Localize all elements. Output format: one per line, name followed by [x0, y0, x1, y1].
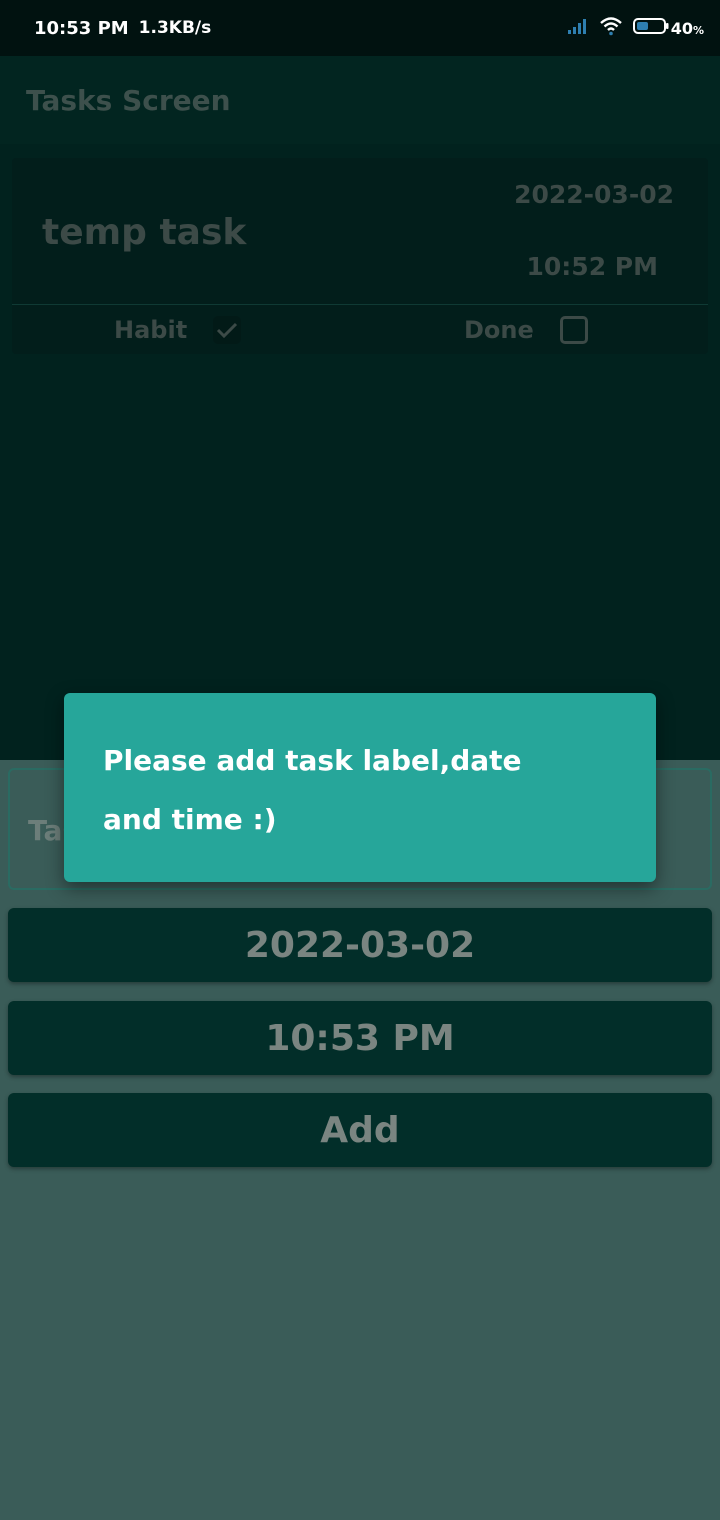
battery-percent: 40% — [671, 19, 704, 38]
status-bar: 10:53 PM 1.3KB/s 40% — [0, 0, 720, 56]
done-label: Done — [464, 316, 534, 344]
habit-option: Habit — [114, 316, 242, 344]
page-title: Tasks Screen — [26, 83, 231, 117]
wifi-icon — [599, 16, 623, 40]
status-right: 40% — [567, 16, 704, 40]
habit-checkbox[interactable] — [213, 316, 242, 344]
task-list-area: Tasks Screen temp task 2022-03-02 10:52 … — [0, 56, 720, 760]
network-speed: 1.3KB/s — [138, 18, 212, 38]
screen: 10:53 PM 1.3KB/s 40% Tasks Screen temp t… — [0, 0, 720, 1520]
divider — [12, 304, 708, 305]
done-option: Done — [464, 316, 588, 344]
task-card[interactable]: temp task 2022-03-02 10:52 PM Habit Done — [12, 158, 708, 354]
time-picker-button[interactable]: 10:53 PM — [8, 1001, 712, 1075]
check-icon — [217, 322, 238, 339]
battery-value: 40 — [670, 18, 693, 38]
app-bar: Tasks Screen — [0, 56, 720, 144]
battery-icon — [632, 17, 669, 39]
battery-unit: % — [692, 23, 704, 37]
toast-message: Please add task label,date and time :) — [64, 693, 656, 882]
task-time: 10:52 PM — [526, 252, 658, 281]
status-left: 10:53 PM 1.3KB/s — [34, 18, 211, 39]
status-time: 10:53 PM — [34, 17, 129, 39]
habit-label: Habit — [114, 316, 188, 344]
task-date: 2022-03-02 — [514, 180, 674, 209]
task-title: temp task — [42, 212, 247, 253]
toast-text: Please add task label,date and time :) — [103, 744, 522, 836]
battery-indicator: 40% — [632, 17, 704, 39]
signal-icon — [567, 17, 589, 39]
done-checkbox[interactable] — [559, 316, 588, 344]
add-button[interactable]: Add — [8, 1093, 712, 1167]
date-picker-button[interactable]: 2022-03-02 — [8, 908, 712, 982]
